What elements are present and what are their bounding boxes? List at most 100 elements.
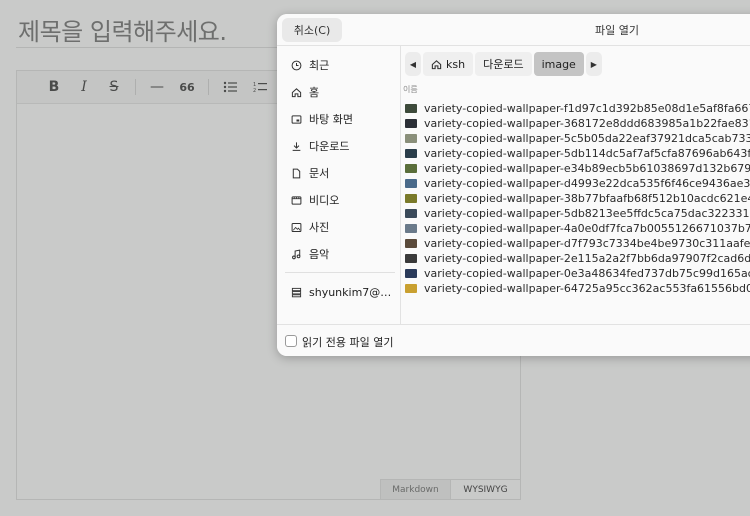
sidebar-item-home[interactable]: 홈 [291,82,319,102]
sidebar-item-label: 사진 [309,221,330,234]
file-name: variety-copied-wallpaper-64725a95cc362ac… [424,282,750,295]
cancel-button[interactable]: 취소(C) [282,18,342,42]
file-row[interactable]: variety-copied-wallpaper-5db114dc5af7af5… [405,146,750,161]
image-thumbnail-icon [405,149,417,158]
image-thumbnail-icon [405,209,417,218]
file-row[interactable]: variety-copied-wallpaper-0e3a48634fed737… [405,266,750,281]
file-row[interactable]: variety-copied-wallpaper-64725a95cc362ac… [405,281,750,296]
toolbar-divider [135,79,136,95]
file-row[interactable]: variety-copied-wallpaper-f1d97c1d392b85e… [405,101,750,116]
file-row[interactable]: variety-copied-wallpaper-d4993e22dca535f… [405,176,750,191]
server-icon [291,287,302,298]
path-bar: ◀ ksh 다운로드 image ▶ [405,51,602,77]
file-name: variety-copied-wallpaper-f1d97c1d392b85e… [424,102,750,115]
image-thumbnail-icon [405,269,417,278]
file-row[interactable]: variety-copied-wallpaper-2e115a2a2f7bb6d… [405,251,750,266]
file-row[interactable]: variety-copied-wallpaper-38b77bfaafb68f5… [405,191,750,206]
file-name: variety-copied-wallpaper-e34b89ecb5b6103… [424,162,750,175]
sidebar-item-desktop[interactable]: 바탕 화면 [291,109,353,129]
desktop-icon [291,114,302,125]
video-icon [291,195,302,206]
dialog-title: 파일 열기 [595,24,639,37]
file-name: variety-copied-wallpaper-5db8213ee5ffdc5… [424,207,750,220]
sidebar-divider [285,272,395,273]
sidebar-item-label: 문서 [309,167,330,180]
file-row[interactable]: variety-copied-wallpaper-e34b89ecb5b6103… [405,161,750,176]
sidebar-item-label: 바탕 화면 [309,113,353,126]
readonly-checkbox[interactable] [285,335,297,347]
strikethrough-button[interactable]: S [99,75,129,99]
horizontal-rule-button[interactable]: — [142,75,172,99]
sidebar-item-pictures[interactable]: 사진 [291,217,329,237]
file-name: variety-copied-wallpaper-38b77bfaafb68f5… [424,192,750,205]
path-crumb-label: ksh [446,57,466,71]
home-icon [431,59,442,69]
document-icon [291,168,302,179]
image-thumbnail-icon [405,254,417,263]
image-thumbnail-icon [405,239,417,248]
path-crumb-downloads[interactable]: 다운로드 [475,52,532,76]
numbered-list-button[interactable]: 12 [245,75,275,99]
music-note-icon [291,248,302,260]
bullet-list-icon [223,81,237,93]
tab-markdown[interactable]: Markdown [380,479,450,499]
path-crumb-home[interactable]: ksh [423,52,474,76]
file-row[interactable]: variety-copied-wallpaper-368172e8ddd6839… [405,116,750,131]
file-row[interactable]: variety-copied-wallpaper-5c5b05da22eaf37… [405,131,750,146]
picture-icon [291,222,302,233]
file-name: variety-copied-wallpaper-0e3a48634fed737… [424,267,750,280]
italic-button[interactable]: I [69,75,99,99]
file-name: variety-copied-wallpaper-4a0e0df7fca7b00… [424,222,750,235]
sidebar-item-label: 음악 [309,248,330,261]
image-thumbnail-icon [405,119,417,128]
download-icon [291,141,302,152]
file-name: variety-copied-wallpaper-368172e8ddd6839… [424,117,750,130]
image-thumbnail-icon [405,284,417,293]
column-header-name[interactable]: 이름 [403,84,418,95]
path-forward-button[interactable]: ▶ [585,52,602,76]
image-thumbnail-icon [405,194,417,203]
sidebar-item-videos[interactable]: 비디오 [291,190,339,210]
toolbar-divider [208,79,209,95]
sidebar-item-downloads[interactable]: 다운로드 [291,136,349,156]
file-name: variety-copied-wallpaper-d7f793c7334be4b… [424,237,750,250]
home-icon [291,87,302,98]
file-list: variety-copied-wallpaper-f1d97c1d392b85e… [405,101,750,296]
clock-icon [291,60,302,71]
file-name: variety-copied-wallpaper-5db114dc5af7af5… [424,147,750,160]
sidebar-item-recent[interactable]: 최근 [291,55,329,75]
bold-button[interactable]: B [39,75,69,99]
image-thumbnail-icon [405,104,417,113]
file-name: variety-copied-wallpaper-2e115a2a2f7bb6d… [424,252,750,265]
dialog-header: 취소(C) 파일 열기 [277,14,750,46]
post-title-input[interactable]: 제목을 입력해주세요. [18,12,227,47]
sidebar-item-label: 비디오 [309,194,340,207]
numbered-list-icon: 12 [253,82,267,93]
bullet-list-button[interactable] [215,75,245,99]
sidebar-item-label: 다운로드 [309,140,350,153]
sidebar-item-music[interactable]: 음악 [291,244,329,264]
file-row[interactable]: variety-copied-wallpaper-d7f793c7334be4b… [405,236,750,251]
image-thumbnail-icon [405,134,417,143]
image-thumbnail-icon [405,179,417,188]
file-row[interactable]: variety-copied-wallpaper-5db8213ee5ffdc5… [405,206,750,221]
file-name: variety-copied-wallpaper-d4993e22dca535f… [424,177,750,190]
places-sidebar: 최근 홈 바탕 화면 다운로드 문서 비디오 사진 음악 shyunkim7@… [277,46,401,324]
tab-wysiwyg[interactable]: WYSIWYG [450,479,520,499]
file-name: variety-copied-wallpaper-5c5b05da22eaf37… [424,132,750,145]
path-back-button[interactable]: ◀ [405,52,421,76]
quote-button[interactable]: 66 [172,75,202,99]
path-crumb-image[interactable]: image [533,52,584,76]
editor-mode-tabs: Markdown WYSIWYG [380,479,520,499]
file-open-dialog: 취소(C) 파일 열기 최근 홈 바탕 화면 다운로드 문서 비디오 사진 음악… [277,14,750,356]
image-thumbnail-icon [405,164,417,173]
image-thumbnail-icon [405,224,417,233]
readonly-label: 읽기 전용 파일 열기 [302,336,394,349]
sidebar-item-documents[interactable]: 문서 [291,163,329,183]
svg-text:2: 2 [253,88,256,93]
dialog-footer: 읽기 전용 파일 열기 [277,324,750,356]
sidebar-item-network[interactable]: shyunkim7@… [291,282,391,302]
sidebar-item-label: 홈 [309,86,320,99]
sidebar-item-label: 최근 [309,59,330,72]
file-row[interactable]: variety-copied-wallpaper-4a0e0df7fca7b00… [405,221,750,236]
